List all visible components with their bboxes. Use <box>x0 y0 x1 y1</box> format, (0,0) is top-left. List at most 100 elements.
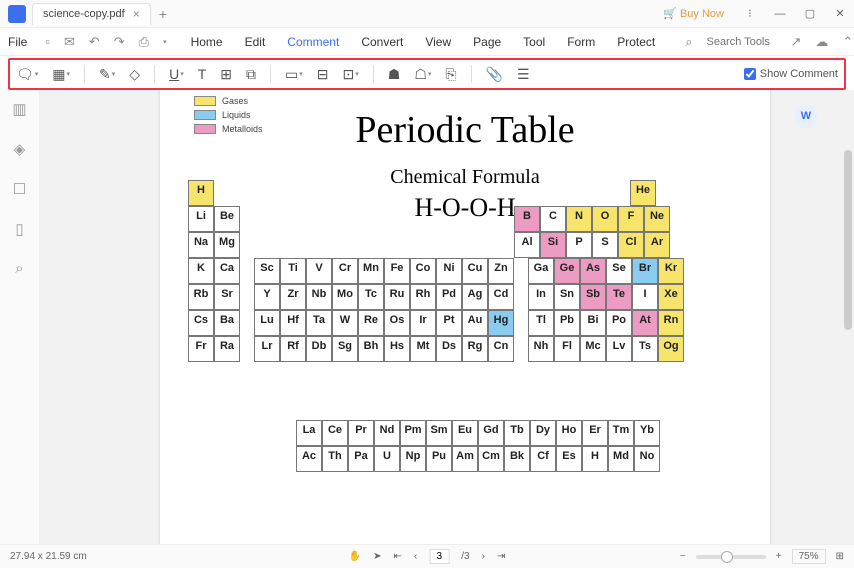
element-Os: Os <box>384 310 410 336</box>
print-dropdown-icon[interactable]: ▾ <box>163 38 167 46</box>
attachments-icon[interactable]: ▯ <box>15 220 23 238</box>
menu-edit[interactable]: Edit <box>243 35 268 49</box>
element-Tb: Tb <box>504 420 530 446</box>
menu-home[interactable]: Home <box>189 35 225 49</box>
callout-tool[interactable]: ⊟ <box>317 66 329 83</box>
measure-tool[interactable]: ⊡▾ <box>343 66 359 83</box>
link-tool[interactable]: ⎘ <box>445 66 456 83</box>
menu-page[interactable]: Page <box>471 35 503 49</box>
undo-icon[interactable]: ↶ <box>89 34 100 50</box>
search-icon[interactable]: ⌕ <box>685 34 692 50</box>
select-tool-icon[interactable]: ➤ <box>373 551 381 562</box>
settings-icon[interactable]: ⁝ <box>736 2 764 26</box>
scrollbar-thumb[interactable] <box>844 150 852 330</box>
pencil-tool[interactable]: ✎▾ <box>99 66 115 83</box>
element-He: He <box>630 180 656 206</box>
search-tools-input[interactable] <box>706 36 776 48</box>
element-Hf: Hf <box>280 310 306 336</box>
element-Ag: Ag <box>462 284 488 310</box>
zoom-in-icon[interactable]: + <box>776 551 782 562</box>
element-At: At <box>632 310 658 336</box>
underline-tool[interactable]: U▾ <box>169 66 184 82</box>
element-Ru: Ru <box>384 284 410 310</box>
redo-icon[interactable]: ↷ <box>114 34 125 50</box>
word-export-icon[interactable]: W <box>794 104 818 128</box>
share-icon[interactable]: ↗ <box>790 34 801 50</box>
cloud-icon[interactable]: ☁ <box>815 34 828 50</box>
menu-view[interactable]: View <box>423 35 453 49</box>
tab-filename: science-copy.pdf <box>43 8 125 20</box>
add-tab-icon[interactable]: + <box>159 6 167 22</box>
bookmarks-icon[interactable]: ◈ <box>14 140 26 158</box>
zoom-thumb[interactable] <box>721 551 733 563</box>
element-Sc: Sc <box>254 258 280 284</box>
hand-tool-icon[interactable]: ✋ <box>349 551 361 562</box>
show-comment-checkbox[interactable] <box>744 68 756 80</box>
periodic-table: H He Li Be B C N O F Ne Na Mg Al Si P S … <box>188 180 684 362</box>
element-Y: Y <box>254 284 280 310</box>
first-page-icon[interactable]: ⇤ <box>394 551 402 562</box>
comment-list-tool[interactable]: ☰ <box>517 66 530 83</box>
document-title: Periodic Table <box>178 108 752 152</box>
fit-page-icon[interactable]: ⊞ <box>836 551 844 562</box>
area-tool[interactable]: ⧉ <box>246 66 256 83</box>
file-menu[interactable]: File <box>8 35 27 49</box>
text-tool[interactable]: T <box>198 66 207 82</box>
save-icon[interactable]: ▫ <box>45 34 50 49</box>
vertical-scrollbar[interactable] <box>842 90 852 544</box>
element-La: La <box>296 420 322 446</box>
eraser-tool[interactable]: ◇ <box>129 66 140 83</box>
prev-page-icon[interactable]: ‹ <box>414 551 417 562</box>
menu-tool[interactable]: Tool <box>521 35 547 49</box>
menu-protect[interactable]: Protect <box>615 35 657 49</box>
menu-comment[interactable]: Comment <box>285 35 341 49</box>
maximize-icon[interactable]: ▢ <box>796 2 824 26</box>
document-tab[interactable]: science-copy.pdf × <box>32 3 151 25</box>
close-window-icon[interactable]: ✕ <box>826 2 854 26</box>
lanthanide-block: La Ce Pr Nd Pm Sm Eu Gd Tb Dy Ho Er Tm Y… <box>296 420 660 472</box>
page-number-input[interactable] <box>429 549 449 564</box>
search-panel-icon[interactable]: ⌕ <box>15 260 23 277</box>
element-Tc: Tc <box>358 284 384 310</box>
comments-icon[interactable]: ☐ <box>13 180 26 198</box>
zoom-out-icon[interactable]: − <box>680 551 686 562</box>
element-W: W <box>332 310 358 336</box>
element-Ta: Ta <box>306 310 332 336</box>
buy-now-link[interactable]: 🛒 Buy Now <box>663 7 724 20</box>
highlight-tool[interactable]: ▦▾ <box>52 66 70 83</box>
next-page-icon[interactable]: › <box>482 551 485 562</box>
show-comment-toggle[interactable]: Show Comment <box>744 68 838 80</box>
shape-tool[interactable]: ▭▾ <box>285 66 303 83</box>
print-icon[interactable]: ⎙ <box>139 34 149 50</box>
mail-icon[interactable]: ✉ <box>64 34 75 50</box>
element-N: N <box>566 206 592 232</box>
element-Fr: Fr <box>188 336 214 362</box>
stamp-tool[interactable]: ☗ <box>388 66 401 83</box>
note-tool[interactable]: 🗨▾ <box>16 66 38 83</box>
element-Nh: Nh <box>528 336 554 362</box>
menu-form[interactable]: Form <box>565 35 597 49</box>
element-Np: Np <box>400 446 426 472</box>
menu-convert[interactable]: Convert <box>359 35 405 49</box>
element-Gd: Gd <box>478 420 504 446</box>
collapse-icon[interactable]: ⌃ <box>842 34 853 50</box>
minimize-icon[interactable]: — <box>766 2 794 26</box>
textbox-tool[interactable]: ⊞ <box>220 66 232 83</box>
element-Rh: Rh <box>410 284 436 310</box>
element-Ce: Ce <box>322 420 348 446</box>
signature-tool[interactable]: ☖▾ <box>414 66 431 83</box>
zoom-slider[interactable] <box>696 555 766 559</box>
element-Th: Th <box>322 446 348 472</box>
thumbnails-icon[interactable]: ▥ <box>12 100 26 118</box>
element-Ir: Ir <box>410 310 436 336</box>
element-Hs: Hs <box>384 336 410 362</box>
element-Mo: Mo <box>332 284 358 310</box>
last-page-icon[interactable]: ⇥ <box>497 551 505 562</box>
document-canvas[interactable]: W Gases Liquids Metalloids Periodic Tabl… <box>40 90 854 544</box>
close-tab-icon[interactable]: × <box>133 7 140 21</box>
element-Ac: Ac <box>296 446 322 472</box>
element-Be: Be <box>214 206 240 232</box>
legend-swatch-metalloids <box>194 124 216 134</box>
element-Ge: Ge <box>554 258 580 284</box>
attachment-tool[interactable]: 📎 <box>486 66 503 83</box>
